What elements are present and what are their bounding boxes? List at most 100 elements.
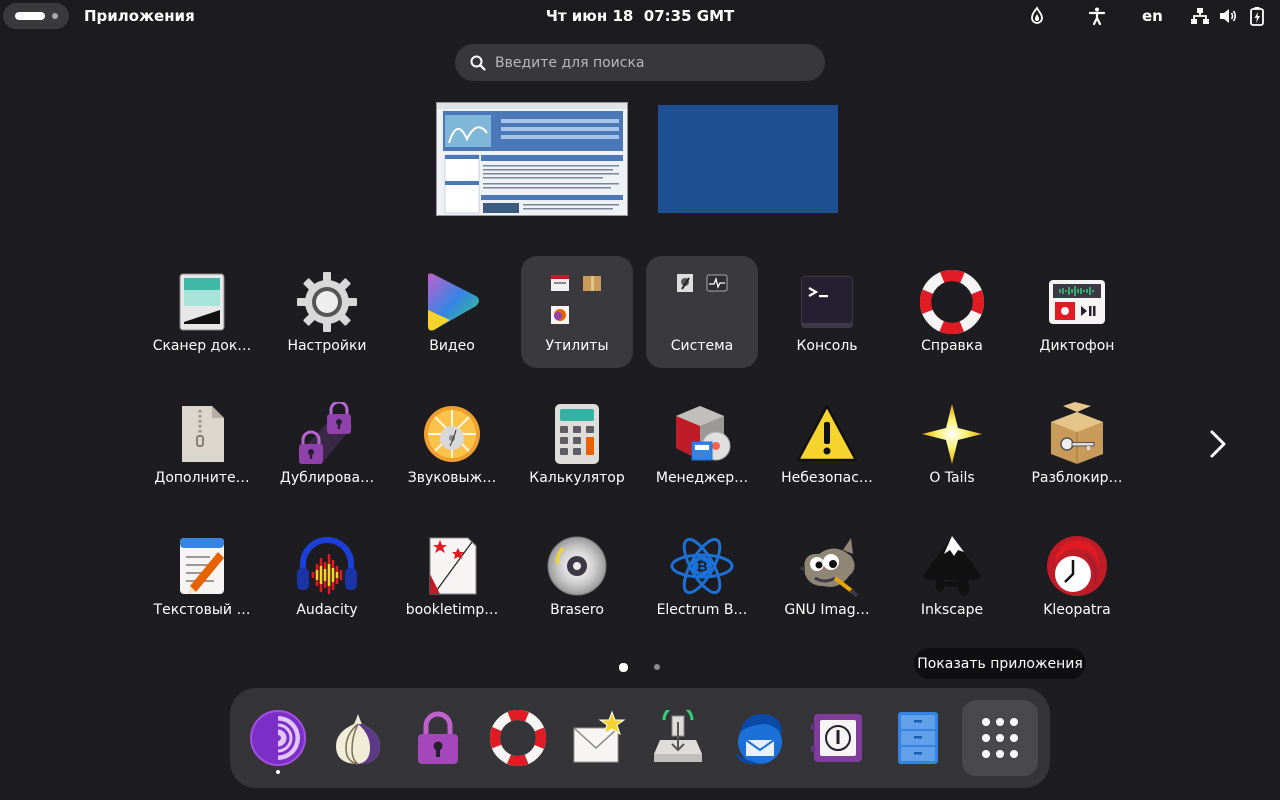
inkscape-icon	[923, 536, 981, 596]
app-settings[interactable]: Настройки	[271, 256, 383, 368]
app-label: Небезопас…	[781, 470, 873, 486]
network-wired-icon[interactable]	[1190, 6, 1210, 26]
dock-tor-browser[interactable]	[240, 700, 316, 776]
kleopatra-icon	[1047, 536, 1107, 596]
app-about-tails[interactable]: О Tails	[896, 388, 1008, 500]
app-grid-icon	[982, 718, 1018, 758]
app-label: Менеджер…	[655, 470, 749, 486]
svg-text:₿: ₿	[696, 559, 707, 575]
folder-label: Система	[670, 338, 734, 354]
app-package-manager[interactable]: Менеджер…	[646, 388, 758, 500]
app-label: Звуковыж…	[407, 470, 497, 486]
dock-whisperback[interactable]	[560, 700, 636, 776]
page-indicator-2[interactable]	[654, 664, 660, 670]
dock-tails-installer[interactable]	[640, 700, 716, 776]
app-label: GNU Imag…	[784, 602, 870, 618]
workspace-thumbnail-1[interactable]	[436, 102, 628, 216]
app-label: Разблокир…	[1031, 470, 1123, 486]
app-label: О Tails	[929, 470, 975, 486]
dock-keepassxc[interactable]	[400, 700, 476, 776]
app-calculator[interactable]: Калькулятор	[521, 388, 633, 500]
lifebuoy-icon	[490, 710, 546, 766]
dash	[230, 688, 1050, 788]
app-label: Настройки	[287, 338, 367, 354]
search-box[interactable]	[455, 44, 825, 81]
archive-viewer-mini-icon	[551, 275, 569, 291]
tor-status-icon[interactable]	[1027, 6, 1047, 26]
calculator-icon	[555, 404, 599, 464]
clock-time: 07:35 GMT	[643, 7, 735, 25]
file-cabinet-icon	[898, 712, 938, 764]
app-label: Brasero	[550, 602, 604, 618]
star-icon	[922, 404, 982, 464]
dock-help[interactable]	[480, 700, 556, 776]
bookletimposer-icon	[429, 537, 477, 595]
sound-recorder-icon	[1049, 280, 1105, 324]
app-label: Audacity	[296, 602, 358, 618]
app-document-scanner[interactable]: Сканер док…	[146, 256, 258, 368]
page-indicator-1-active[interactable]	[619, 663, 628, 672]
text-editor-icon	[180, 538, 224, 594]
show-apps-button[interactable]	[962, 700, 1038, 776]
app-text-editor[interactable]: Текстовый …	[146, 520, 258, 632]
folder-system[interactable]: Система	[646, 256, 758, 368]
app-help[interactable]: Справка	[896, 256, 1008, 368]
running-indicator	[276, 770, 280, 774]
dock-thunderbird[interactable]	[720, 700, 796, 776]
app-label: Справка	[921, 338, 983, 354]
search-icon	[470, 55, 486, 71]
top-bar: Приложения Чт июн 18 07:35 GMT en	[0, 0, 1280, 32]
app-label: Дополните…	[154, 470, 250, 486]
browser-window-thumbnail	[437, 103, 627, 214]
app-additional-software[interactable]: Дополните…	[146, 388, 258, 500]
app-label: Kleopatra	[1043, 602, 1111, 618]
archive-icon	[182, 406, 224, 462]
show-apps-tooltip: Показать приложения	[914, 648, 1086, 679]
video-player-icon	[428, 273, 479, 331]
app-brasero[interactable]: Brasero	[521, 520, 633, 632]
app-videos[interactable]: Видео	[396, 256, 508, 368]
system-monitor-mini-icon	[706, 274, 728, 292]
app-label: Дублирова…	[279, 470, 375, 486]
search-input[interactable]	[495, 44, 815, 81]
app-bookletimposer[interactable]: bookletimp…	[396, 520, 508, 632]
keyboard-layout-indicator[interactable]: en	[1142, 7, 1163, 25]
mail-star-icon	[573, 710, 626, 763]
battery-icon[interactable]	[1247, 6, 1267, 26]
chevron-right-icon[interactable]	[1204, 428, 1234, 460]
disk-utility-mini-icon	[677, 274, 693, 292]
folder-utilities[interactable]: Утилиты	[521, 256, 633, 368]
tor-browser-icon	[250, 710, 306, 766]
clock-date: Чт июн 18	[545, 7, 634, 25]
volume-icon[interactable]	[1218, 6, 1238, 26]
app-persistent-duplicate[interactable]: Дублирова…	[271, 388, 383, 500]
app-label: Консоль	[796, 338, 858, 354]
app-unlock-veracrypt[interactable]: Разблокир…	[1021, 388, 1133, 500]
app-sound-juicer[interactable]: Звуковыж…	[396, 388, 508, 500]
dock-veracrypt[interactable]	[800, 700, 876, 776]
brasero-icon	[547, 536, 607, 596]
app-sound-recorder[interactable]: Диктофон	[1021, 256, 1133, 368]
gear-icon	[297, 272, 357, 332]
disc-burner-icon	[424, 406, 480, 462]
app-unsafe-browser[interactable]: Небезопас…	[771, 388, 883, 500]
workspace-thumbnail-2[interactable]	[658, 105, 838, 213]
app-console[interactable]: Консоль	[771, 256, 883, 368]
dock-tor-connection[interactable]	[320, 700, 396, 776]
thunderbird-icon	[736, 714, 782, 765]
padlock-icon	[418, 711, 458, 764]
app-audacity[interactable]: Audacity	[271, 520, 383, 632]
audacity-icon	[297, 537, 357, 594]
padlock-icon	[299, 402, 353, 464]
app-label: Сканер док…	[152, 338, 252, 354]
app-inkscape[interactable]: Inkscape	[896, 520, 1008, 632]
dock-files[interactable]	[880, 700, 956, 776]
app-label: Inkscape	[920, 602, 984, 618]
warning-icon	[796, 404, 858, 462]
app-gimp[interactable]: GNU Imag…	[771, 520, 883, 632]
app-kleopatra[interactable]: Kleopatra	[1021, 520, 1133, 632]
app-electrum-bitcoin-wallet[interactable]: ₿ Electrum B…	[646, 520, 758, 632]
accessibility-icon[interactable]	[1087, 6, 1107, 26]
onion-icon	[336, 714, 380, 765]
image-viewer-mini-icon	[551, 306, 569, 324]
